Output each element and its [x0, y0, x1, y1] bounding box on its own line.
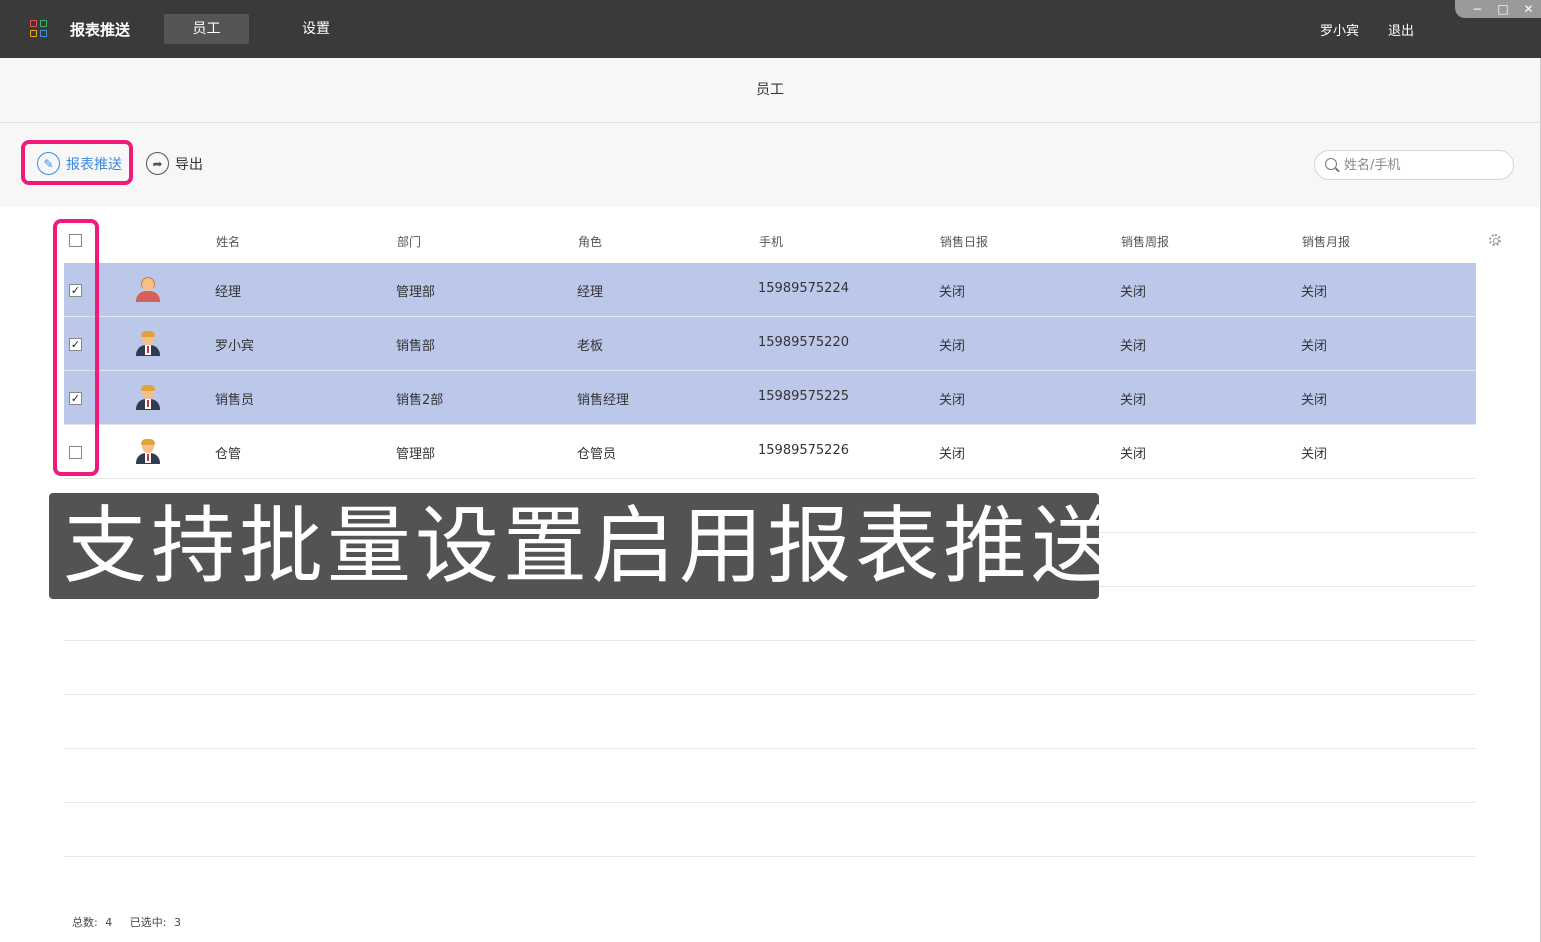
report-push-button[interactable]: ✎ 报表推送	[37, 152, 122, 175]
cell-monthly-report[interactable]: 关闭	[1301, 281, 1327, 300]
cell-daily-report[interactable]: 关闭	[939, 443, 965, 462]
cell-department: 销售2部	[396, 393, 444, 408]
app-title: 报表推送	[70, 21, 131, 39]
selected-count: 3	[173, 916, 181, 929]
search-input[interactable]	[1344, 156, 1504, 174]
column-header-weekly-report[interactable]: 销售周报	[1121, 233, 1169, 250]
table-row[interactable]: ✓ 罗小宾 销售部 老板 15989575220 关闭 关闭 关闭	[64, 317, 1476, 371]
column-settings-gear-icon[interactable]	[1489, 234, 1501, 246]
total-count: 4	[105, 916, 113, 929]
current-user-name[interactable]: 罗小宾	[1320, 20, 1359, 39]
cell-phone: 15989575225	[758, 389, 849, 404]
column-header-monthly-report[interactable]: 销售月报	[1302, 233, 1350, 250]
app-logo-icon	[30, 20, 48, 38]
cell-daily-report[interactable]: 关闭	[939, 389, 965, 408]
export-button[interactable]: ➦ 导出	[146, 152, 203, 175]
cell-name: 销售员	[215, 393, 255, 408]
cell-name: 罗小宾	[215, 339, 255, 354]
share-arrow-icon: ➦	[146, 152, 169, 175]
empty-row	[64, 641, 1476, 695]
maximize-icon[interactable]: □	[1497, 2, 1508, 16]
report-push-label: 报表推送	[66, 156, 122, 173]
male-avatar-icon	[134, 331, 162, 358]
cell-phone: 15989575220	[758, 335, 849, 350]
column-header-phone[interactable]: 手机	[759, 233, 783, 250]
table-row[interactable]: ✓ 经理 管理部 经理 15989575224 关闭 关闭 关闭	[64, 263, 1476, 317]
nav-tab-employee[interactable]: 员工	[164, 14, 249, 44]
cell-monthly-report[interactable]: 关闭	[1301, 443, 1327, 462]
minimize-icon[interactable]: −	[1472, 2, 1482, 16]
cell-monthly-report[interactable]: 关闭	[1301, 335, 1327, 354]
empty-row	[64, 803, 1476, 857]
cell-department: 管理部	[396, 285, 436, 300]
caption-overlay: 支持批量设置启用报表推送	[49, 493, 1099, 599]
male-avatar-icon	[134, 385, 162, 412]
cell-name: 经理	[215, 285, 242, 300]
cell-role: 销售经理	[577, 393, 630, 408]
cell-department: 管理部	[396, 447, 436, 462]
cell-department: 销售部	[396, 339, 436, 354]
cell-role: 仓管员	[577, 447, 617, 462]
highlight-frame-checkboxes	[53, 219, 99, 476]
logout-link[interactable]: 退出	[1388, 20, 1414, 39]
male-avatar-icon	[134, 439, 162, 466]
column-header-role[interactable]: 角色	[578, 233, 602, 250]
cell-daily-report[interactable]: 关闭	[939, 281, 965, 300]
search-icon	[1325, 158, 1337, 170]
column-header-department[interactable]: 部门	[397, 233, 421, 250]
total-label: 总数:	[72, 916, 98, 929]
cell-phone: 15989575224	[758, 281, 849, 296]
cell-phone: 15989575226	[758, 443, 849, 458]
cell-name: 仓管	[215, 447, 242, 462]
app-window: 报表推送 员工 设置 罗小宾 退出 − □ ✕ 员工 ✎ 报表推送 ➦ 导出 姓…	[0, 0, 1541, 942]
top-bar: 报表推送 员工 设置 罗小宾 退出 − □ ✕	[0, 0, 1541, 58]
cell-role: 经理	[577, 285, 604, 300]
toolbar: ✎ 报表推送 ➦ 导出	[0, 124, 1540, 207]
window-controls: − □ ✕	[1455, 0, 1541, 18]
female-avatar-icon	[134, 277, 162, 304]
table-row[interactable]: ✓ 销售员 销售2部 销售经理 15989575225 关闭 关闭 关闭	[64, 371, 1476, 425]
cell-monthly-report[interactable]: 关闭	[1301, 389, 1327, 408]
search-box[interactable]	[1314, 150, 1514, 180]
column-header-name[interactable]: 姓名	[216, 233, 240, 250]
cell-weekly-report[interactable]: 关闭	[1120, 335, 1146, 354]
cell-weekly-report[interactable]: 关闭	[1120, 443, 1146, 462]
empty-row	[64, 695, 1476, 749]
cell-role: 老板	[577, 339, 604, 354]
export-label: 导出	[175, 156, 203, 173]
table-row[interactable]: 仓管 管理部 仓管员 15989575226 关闭 关闭 关闭	[64, 425, 1476, 479]
nav-tab-settings[interactable]: 设置	[288, 14, 344, 44]
edit-icon: ✎	[37, 152, 60, 175]
table-status-bar: 总数: 4 已选中: 3	[72, 914, 185, 930]
cell-weekly-report[interactable]: 关闭	[1120, 281, 1146, 300]
empty-row	[64, 749, 1476, 803]
close-icon[interactable]: ✕	[1524, 2, 1534, 16]
selected-label: 已选中:	[129, 916, 167, 929]
cell-daily-report[interactable]: 关闭	[939, 335, 965, 354]
page-title: 员工	[0, 58, 1540, 123]
column-header-daily-report[interactable]: 销售日报	[940, 233, 988, 250]
cell-weekly-report[interactable]: 关闭	[1120, 389, 1146, 408]
